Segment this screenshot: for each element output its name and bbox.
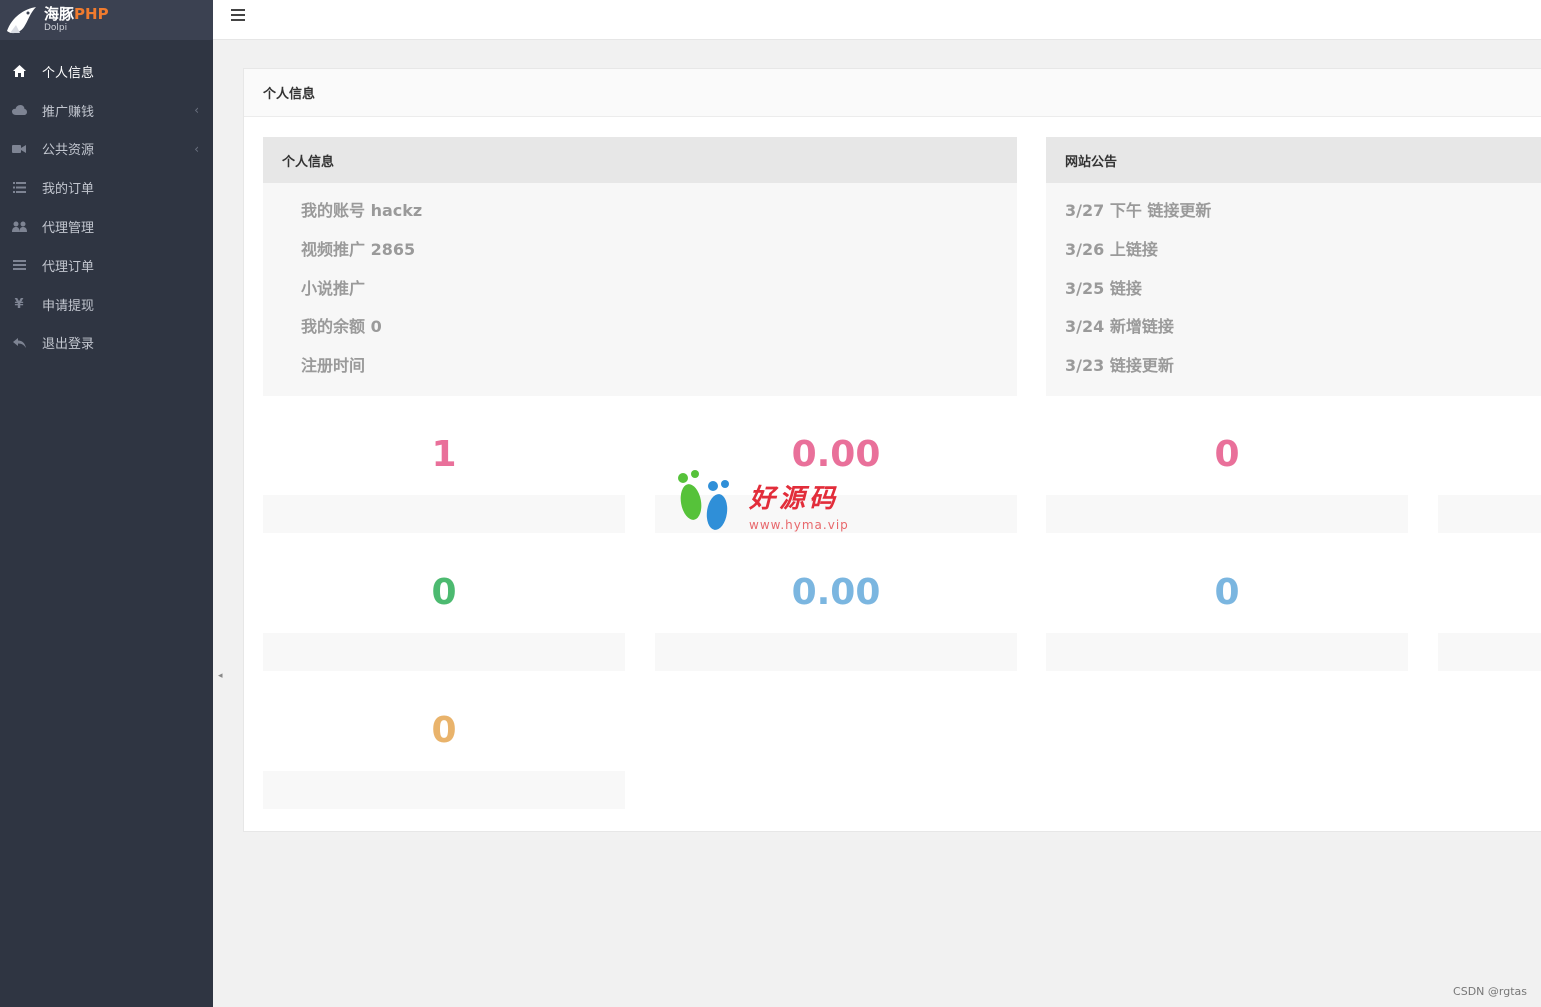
- stat-card: 0: [263, 573, 625, 671]
- stat-card: 0: [1046, 435, 1408, 533]
- dolphin-logo-icon: [7, 7, 36, 34]
- sidebar-menu: 个人信息 推广赚钱 ‹ 公共资源 ‹ 我的订单 代理管理 代理订单 ¥ 申请提现…: [0, 52, 213, 362]
- news-item[interactable]: 3/23 链接更新: [1065, 355, 1541, 394]
- sidebar-item-resources[interactable]: 公共资源 ‹: [0, 130, 213, 169]
- list-icon: [11, 180, 27, 196]
- sidebar-item-label: 我的订单: [42, 182, 95, 198]
- stat-value: 0.00: [791, 572, 881, 613]
- info-list: 我的账号 hackz 视频推广 2865 小说推广 我的余额 0 注册时间: [263, 183, 1017, 394]
- stat-value: 0: [431, 710, 457, 751]
- info-row-account: 我的账号 hackz: [301, 201, 423, 220]
- stat-value: 0: [431, 572, 457, 613]
- news-item[interactable]: 3/26 上链接: [1065, 239, 1541, 278]
- resize-handle-icon[interactable]: ◂: [218, 671, 223, 681]
- stat-card: 0: [1046, 573, 1408, 671]
- stat-label: [1046, 633, 1408, 671]
- menu-lines-icon: [11, 257, 27, 273]
- cloud-icon: [11, 102, 27, 118]
- watermark-logo: 好源码 www.hyma.vip: [673, 468, 873, 538]
- news-item[interactable]: 3/25 链接: [1065, 278, 1541, 317]
- sidebar-item-label: 公共资源: [42, 143, 95, 159]
- logo-subtitle: Dolpi: [44, 23, 68, 33]
- info-row-balance: 我的余额 0: [301, 317, 382, 337]
- stat-card: 0: [263, 711, 625, 809]
- sidebar-item-my-orders[interactable]: 我的订单: [0, 168, 213, 207]
- footprints-icon: [678, 470, 729, 530]
- users-icon: [11, 219, 27, 235]
- stat-label: [263, 633, 625, 671]
- info-row-register-time: 注册时间: [301, 356, 366, 376]
- panel-title: 个人信息: [244, 69, 1541, 117]
- sidebar-item-profile[interactable]: 个人信息: [0, 52, 213, 91]
- watermark-text: 好源码: [749, 484, 840, 514]
- top-bar: [213, 0, 1541, 40]
- stat-card-partial: [1438, 435, 1541, 533]
- chevron-left-icon: ‹: [194, 103, 199, 118]
- video-camera-icon: [11, 141, 27, 157]
- sidebar-item-label: 代理订单: [42, 259, 95, 275]
- news-item[interactable]: 3/24 新增链接: [1065, 316, 1541, 355]
- watermark-url: www.hyma.vip: [749, 518, 849, 532]
- info-box: 个人信息 我的账号 hackz 视频推广 2865 小说推广 我的余额 0 注册…: [263, 137, 1017, 396]
- sidebar-item-label: 个人信息: [42, 65, 95, 81]
- reply-arrow-icon: [11, 335, 27, 351]
- news-list: 3/27 下午 链接更新 3/26 上链接 3/25 链接 3/24 新增链接 …: [1046, 183, 1541, 394]
- info-row-video-promo: 视频推广 2865: [301, 239, 416, 259]
- profile-panel: 个人信息 个人信息 我的账号 hackz 视频推广 2865 小说推广 我的余额…: [243, 68, 1541, 832]
- stat-value: 1: [431, 434, 457, 475]
- news-box: 网站公告 3/27 下午 链接更新 3/26 上链接 3/25 链接 3/24 …: [1046, 137, 1541, 396]
- sidebar-item-logout[interactable]: 退出登录: [0, 324, 213, 363]
- logo-title: 海豚PHP: [44, 5, 109, 23]
- yen-icon: ¥: [14, 296, 24, 312]
- logo[interactable]: 海豚PHP Dolpi: [0, 0, 213, 40]
- stat-card-partial: [1438, 573, 1541, 671]
- stat-label: [655, 633, 1017, 671]
- info-row-novel-promo: 小说推广: [301, 278, 366, 298]
- sidebar: 海豚PHP Dolpi 个人信息 推广赚钱 ‹ 公共资源 ‹ 我的订单 代理管理…: [0, 0, 213, 1007]
- stat-label: [263, 771, 625, 809]
- chevron-left-icon: ‹: [194, 141, 199, 156]
- stat-value: 0: [1214, 572, 1240, 613]
- footer-credit: CSDN @rgtas: [1453, 985, 1527, 998]
- info-box-title: 个人信息: [263, 137, 1017, 183]
- stat-card: 0.00: [655, 573, 1017, 671]
- sidebar-item-agent-orders[interactable]: 代理订单: [0, 246, 213, 285]
- stat-label: [1046, 495, 1408, 533]
- sidebar-item-label: 退出登录: [42, 337, 95, 353]
- sidebar-item-label: 推广赚钱: [42, 104, 95, 120]
- stat-label: [263, 495, 625, 533]
- stat-value: 0: [1214, 434, 1240, 475]
- sidebar-item-agents[interactable]: 代理管理: [0, 207, 213, 246]
- news-box-title: 网站公告: [1046, 137, 1541, 183]
- stat-card: 1: [263, 435, 625, 533]
- sidebar-item-withdraw[interactable]: ¥ 申请提现: [0, 285, 213, 324]
- sidebar-item-label: 申请提现: [42, 298, 95, 314]
- sidebar-item-label: 代理管理: [42, 221, 95, 237]
- sidebar-item-promote[interactable]: 推广赚钱 ‹: [0, 91, 213, 130]
- news-item[interactable]: 3/27 下午 链接更新: [1065, 200, 1541, 239]
- hamburger-menu-icon[interactable]: [231, 9, 245, 23]
- home-icon: [11, 63, 27, 79]
